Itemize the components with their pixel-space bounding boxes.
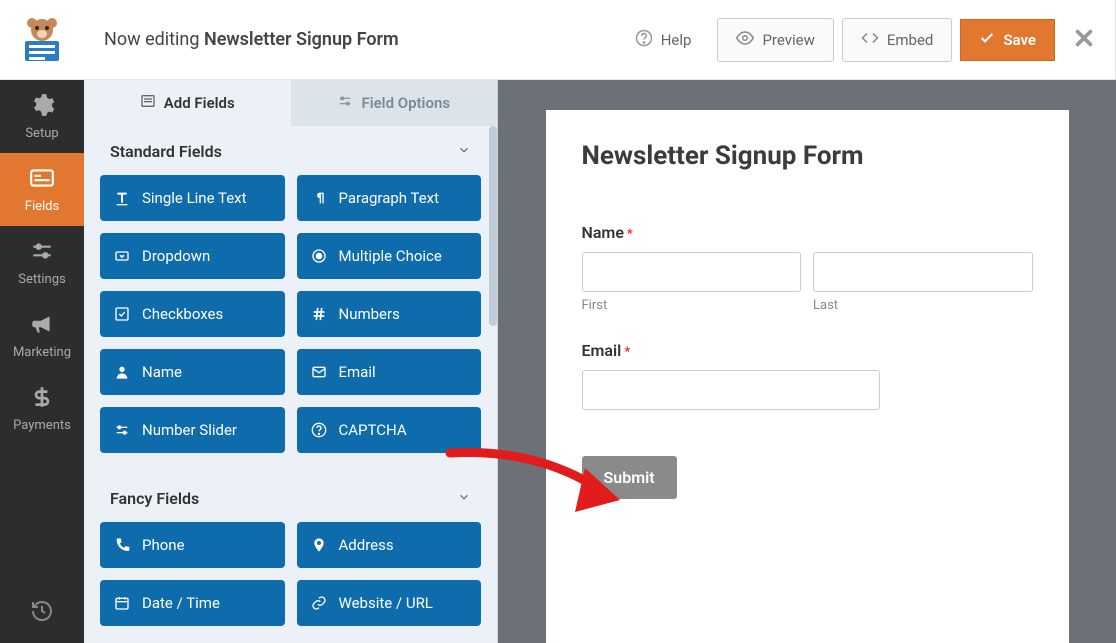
sidebar: Setup Fields Settings Marketing Payments (0, 80, 84, 643)
submit-button[interactable]: Submit (582, 456, 677, 499)
check-icon (979, 30, 995, 50)
chevron-down-icon (457, 489, 471, 508)
fields-panel: Add Fields Field Options Standard Fields… (84, 80, 498, 643)
help-button[interactable]: Help (617, 19, 710, 61)
field-name[interactable]: Name (100, 349, 285, 395)
main: Setup Fields Settings Marketing Payments… (0, 80, 1116, 643)
history-button[interactable] (0, 583, 84, 643)
field-website[interactable]: Website / URL (297, 580, 482, 626)
field-checkboxes[interactable]: Checkboxes (100, 291, 285, 337)
first-name-input[interactable] (582, 252, 802, 292)
close-button[interactable] (1073, 27, 1095, 53)
form-field-email[interactable]: Email* (582, 341, 1033, 410)
form-canvas: Newsletter Signup Form Name* First Last … (498, 80, 1116, 643)
field-date-time[interactable]: Date / Time (100, 580, 285, 626)
field-phone[interactable]: Phone (100, 522, 285, 568)
email-input[interactable] (582, 370, 880, 410)
form-icon (140, 93, 156, 113)
sliders-icon (337, 93, 353, 113)
field-captcha[interactable]: CAPTCHA (297, 407, 482, 453)
eye-icon (736, 29, 754, 51)
preview-button[interactable]: Preview (717, 18, 833, 62)
megaphone-icon (29, 311, 55, 341)
field-number-slider[interactable]: Number Slider (100, 407, 285, 453)
form-preview[interactable]: Newsletter Signup Form Name* First Last … (546, 110, 1069, 643)
app-logo (0, 0, 84, 80)
last-name-sublabel: Last (813, 298, 1033, 313)
history-icon (30, 599, 54, 627)
section-fancy-fields[interactable]: Fancy Fields (100, 473, 481, 522)
field-numbers[interactable]: Numbers (297, 291, 482, 337)
form-field-name[interactable]: Name* First Last (582, 223, 1033, 313)
field-multiple-choice[interactable]: Multiple Choice (297, 233, 482, 279)
help-icon (635, 29, 653, 51)
topbar: Now editing Newsletter Signup Form Help … (0, 0, 1116, 80)
tab-add-fields[interactable]: Add Fields (84, 80, 291, 126)
first-name-sublabel: First (582, 298, 802, 313)
list-icon (29, 165, 55, 195)
embed-button[interactable]: Embed (842, 18, 953, 62)
gear-icon (29, 92, 55, 122)
section-standard-fields[interactable]: Standard Fields (100, 126, 481, 175)
code-icon (861, 29, 879, 51)
dollar-icon (29, 384, 55, 414)
sidebar-item-settings[interactable]: Settings (0, 226, 84, 299)
sidebar-item-payments[interactable]: Payments (0, 372, 84, 445)
sliders-icon (29, 238, 55, 268)
field-single-line[interactable]: Single Line Text (100, 175, 285, 221)
sidebar-item-marketing[interactable]: Marketing (0, 299, 84, 372)
form-title: Newsletter Signup Form (582, 140, 1033, 173)
sidebar-item-setup[interactable]: Setup (0, 80, 84, 153)
field-email[interactable]: Email (297, 349, 482, 395)
field-label: Email* (582, 341, 1033, 360)
field-dropdown[interactable]: Dropdown (100, 233, 285, 279)
tab-field-options[interactable]: Field Options (291, 80, 498, 126)
editing-label: Now editing Newsletter Signup Form (104, 29, 609, 50)
field-address[interactable]: Address (297, 522, 482, 568)
field-label: Name* (582, 223, 1033, 242)
field-paragraph[interactable]: Paragraph Text (297, 175, 482, 221)
last-name-input[interactable] (813, 252, 1033, 292)
sidebar-item-fields[interactable]: Fields (0, 153, 84, 226)
chevron-down-icon (457, 142, 471, 161)
save-button[interactable]: Save (960, 19, 1055, 61)
close-icon (1073, 34, 1095, 53)
